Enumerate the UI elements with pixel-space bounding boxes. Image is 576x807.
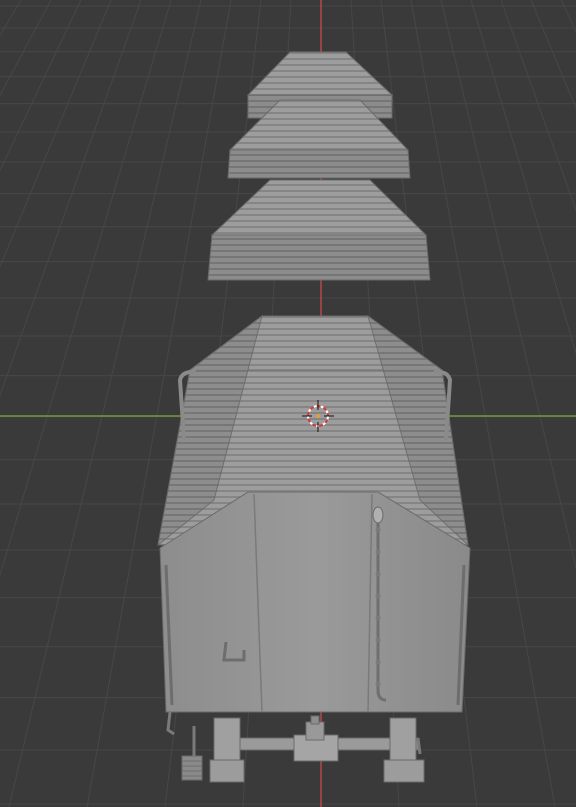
3d-viewport[interactable]	[0, 0, 576, 807]
hook-right	[416, 737, 422, 755]
rivet	[375, 681, 381, 687]
buffer-left	[209, 717, 245, 783]
rivet	[375, 527, 381, 533]
brake-wheel[interactable]	[372, 506, 384, 524]
rivet	[375, 593, 381, 599]
rivet	[375, 659, 381, 665]
rivet	[375, 571, 381, 577]
end-wall	[159, 491, 471, 713]
rivet	[375, 637, 381, 643]
rivet	[375, 615, 381, 621]
rivet	[375, 549, 381, 555]
viewport-canvas[interactable]	[0, 0, 576, 807]
